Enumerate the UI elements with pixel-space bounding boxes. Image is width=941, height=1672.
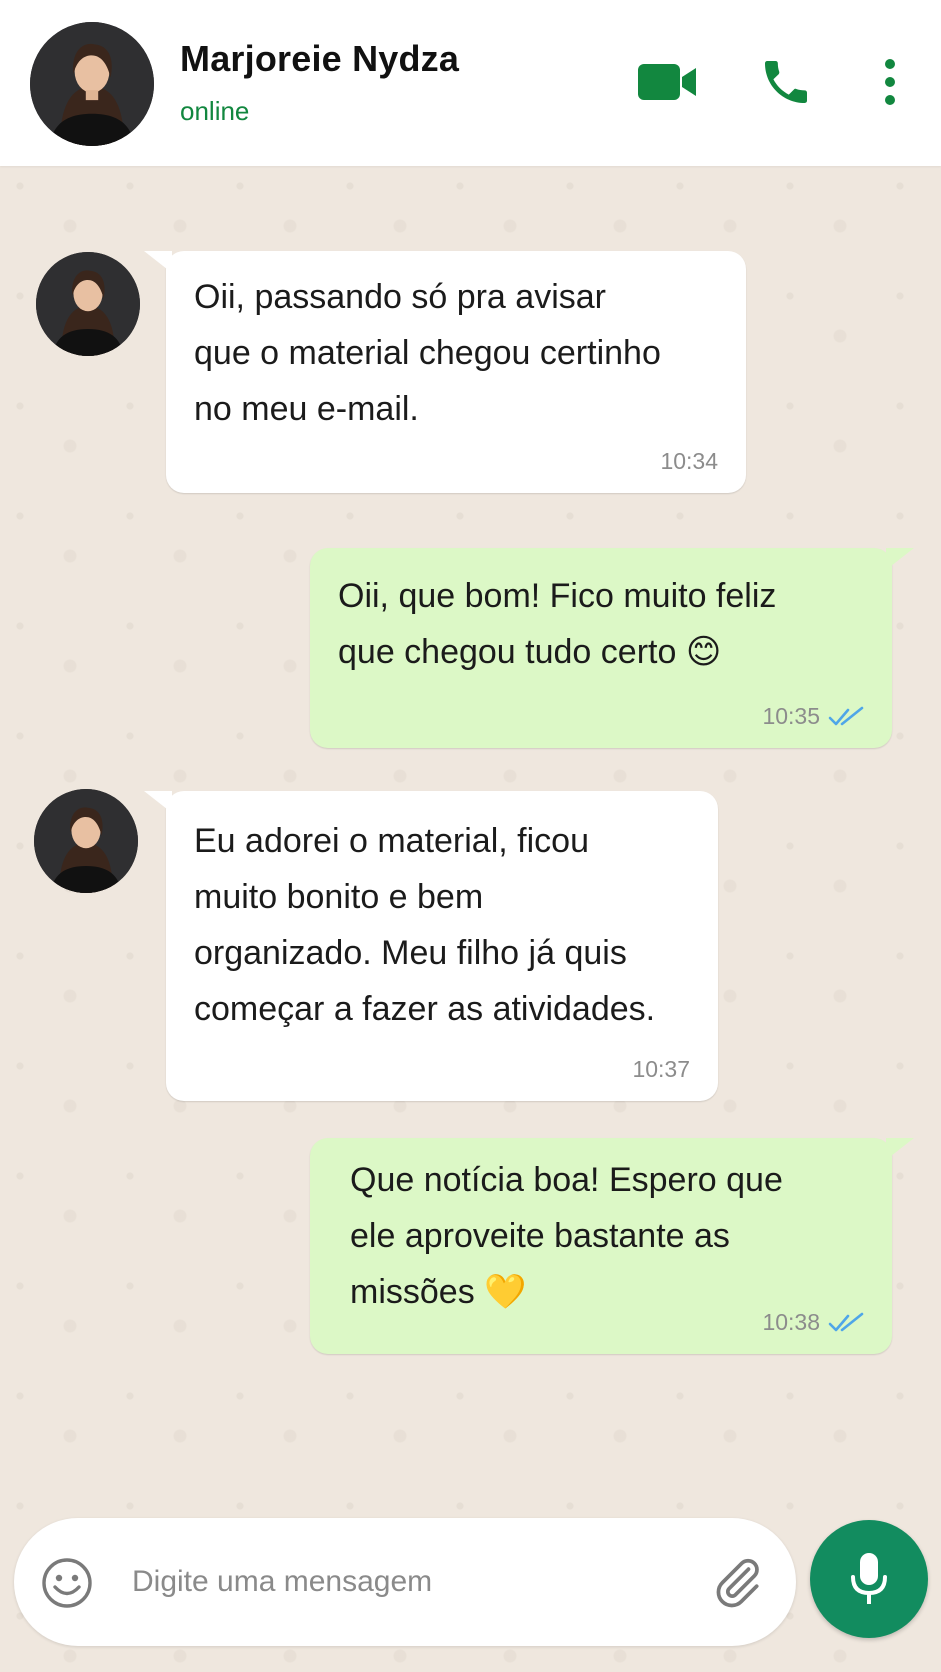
message-line: Oii, que bom! Fico muito feliz — [338, 577, 777, 615]
paperclip-icon[interactable] — [710, 1554, 766, 1610]
sender-avatar[interactable] — [36, 252, 140, 356]
video-call-icon[interactable] — [636, 60, 700, 104]
read-receipt-icon — [828, 1312, 864, 1334]
message-line: Que notícia boa! Espero que — [350, 1161, 783, 1199]
incoming-message-bubble[interactable]: Eu adorei o material, ficou muito bonito… — [144, 791, 718, 1101]
voice-call-icon[interactable] — [758, 54, 814, 110]
message-meta: 10:38 — [762, 1309, 864, 1336]
outgoing-message-bubble[interactable]: Oii, que bom! Fico muito feliz que chego… — [310, 548, 914, 748]
incoming-message-bubble[interactable]: Oii, passando só pra avisar que o materi… — [144, 251, 746, 493]
contact-name[interactable]: Marjoreie Nydza — [180, 38, 459, 80]
message-line: que chegou tudo certo 😊 — [338, 633, 722, 671]
message-line: missões 💛 — [350, 1273, 527, 1311]
message-line: no meu e-mail. — [194, 390, 419, 428]
message-meta: 10:37 — [632, 1056, 690, 1083]
contact-avatar[interactable] — [30, 22, 154, 146]
message-meta: 10:35 — [762, 703, 864, 730]
outgoing-message-bubble[interactable]: Que notícia boa! Espero que ele aproveit… — [310, 1138, 914, 1354]
message-time: 10:37 — [632, 1056, 690, 1082]
message-meta: 10:34 — [660, 448, 718, 475]
chat-header: Marjoreie Nydza online — [0, 0, 941, 166]
message-time: 10:38 — [762, 1309, 820, 1335]
bubble-tail — [144, 791, 172, 813]
microphone-button[interactable] — [810, 1520, 928, 1638]
message-line: que o material chegou certinho — [194, 334, 661, 372]
bubble-tail — [886, 1138, 914, 1160]
bubble-tail — [886, 548, 914, 570]
message-line: ele aproveite bastante as — [350, 1217, 730, 1255]
message-line: muito bonito e bem — [194, 878, 484, 916]
message-line: Oii, passando só pra avisar — [194, 278, 606, 316]
message-line: organizado. Meu filho já quis — [194, 934, 627, 972]
message-line: Eu adorei o material, ficou — [194, 822, 589, 860]
message-time: 10:34 — [660, 448, 718, 474]
more-options-icon[interactable] — [880, 56, 900, 108]
sender-avatar[interactable] — [34, 789, 138, 893]
message-line: começar a fazer as atividades. — [194, 990, 656, 1028]
microphone-icon — [851, 1553, 887, 1604]
message-time: 10:35 — [762, 703, 820, 729]
bubble-tail — [144, 251, 172, 273]
emoji-icon[interactable] — [40, 1556, 94, 1610]
message-input[interactable] — [132, 1548, 692, 1616]
read-receipt-icon — [828, 706, 864, 728]
contact-status: online — [180, 96, 250, 126]
message-composer — [14, 1518, 796, 1646]
